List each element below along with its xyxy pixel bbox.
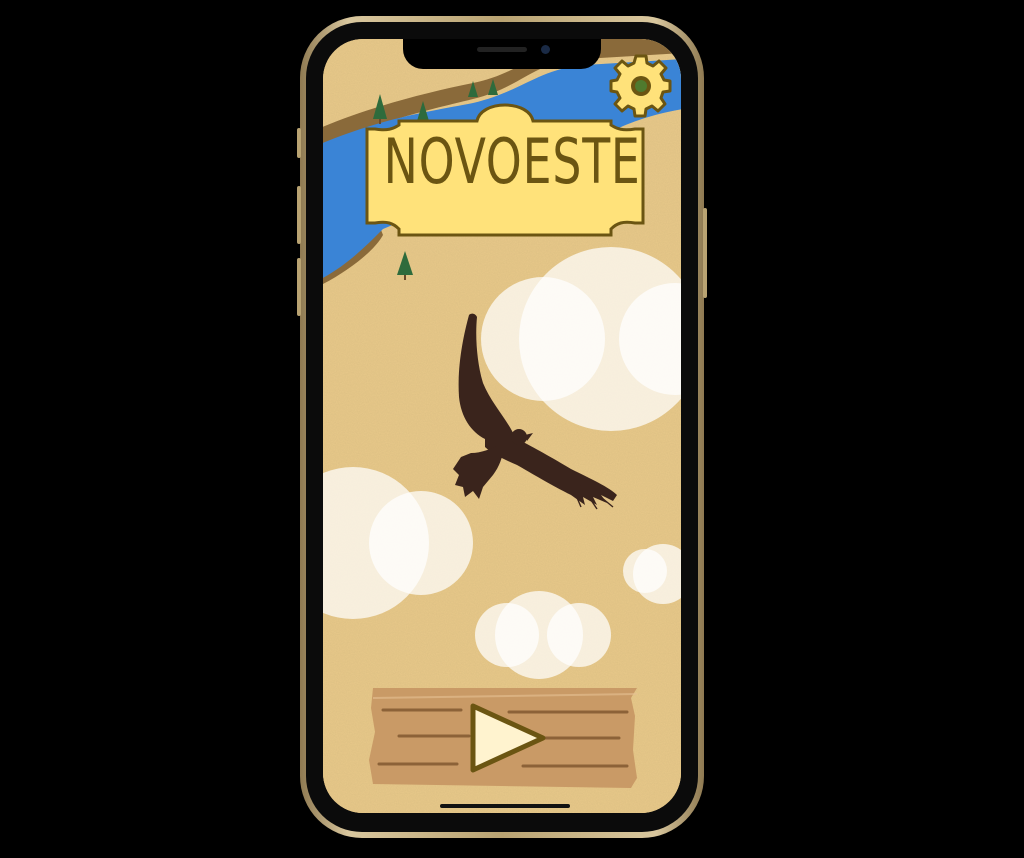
notch bbox=[403, 39, 601, 69]
speaker-grille bbox=[477, 47, 527, 52]
gear-icon bbox=[609, 54, 672, 118]
wooden-board bbox=[369, 688, 638, 788]
power-button bbox=[703, 208, 707, 298]
cloud-puff bbox=[547, 603, 611, 667]
volume-down-button bbox=[297, 258, 301, 316]
eagle-silhouette bbox=[453, 313, 617, 510]
game-title: NOVOESTE bbox=[383, 125, 641, 198]
game-screen: NOVOESTE bbox=[323, 39, 681, 813]
volume-up-button bbox=[297, 186, 301, 244]
front-camera bbox=[541, 45, 550, 54]
home-indicator[interactable] bbox=[440, 804, 570, 808]
settings-button[interactable] bbox=[609, 54, 673, 118]
mute-switch bbox=[297, 128, 301, 158]
play-button[interactable] bbox=[369, 688, 641, 788]
